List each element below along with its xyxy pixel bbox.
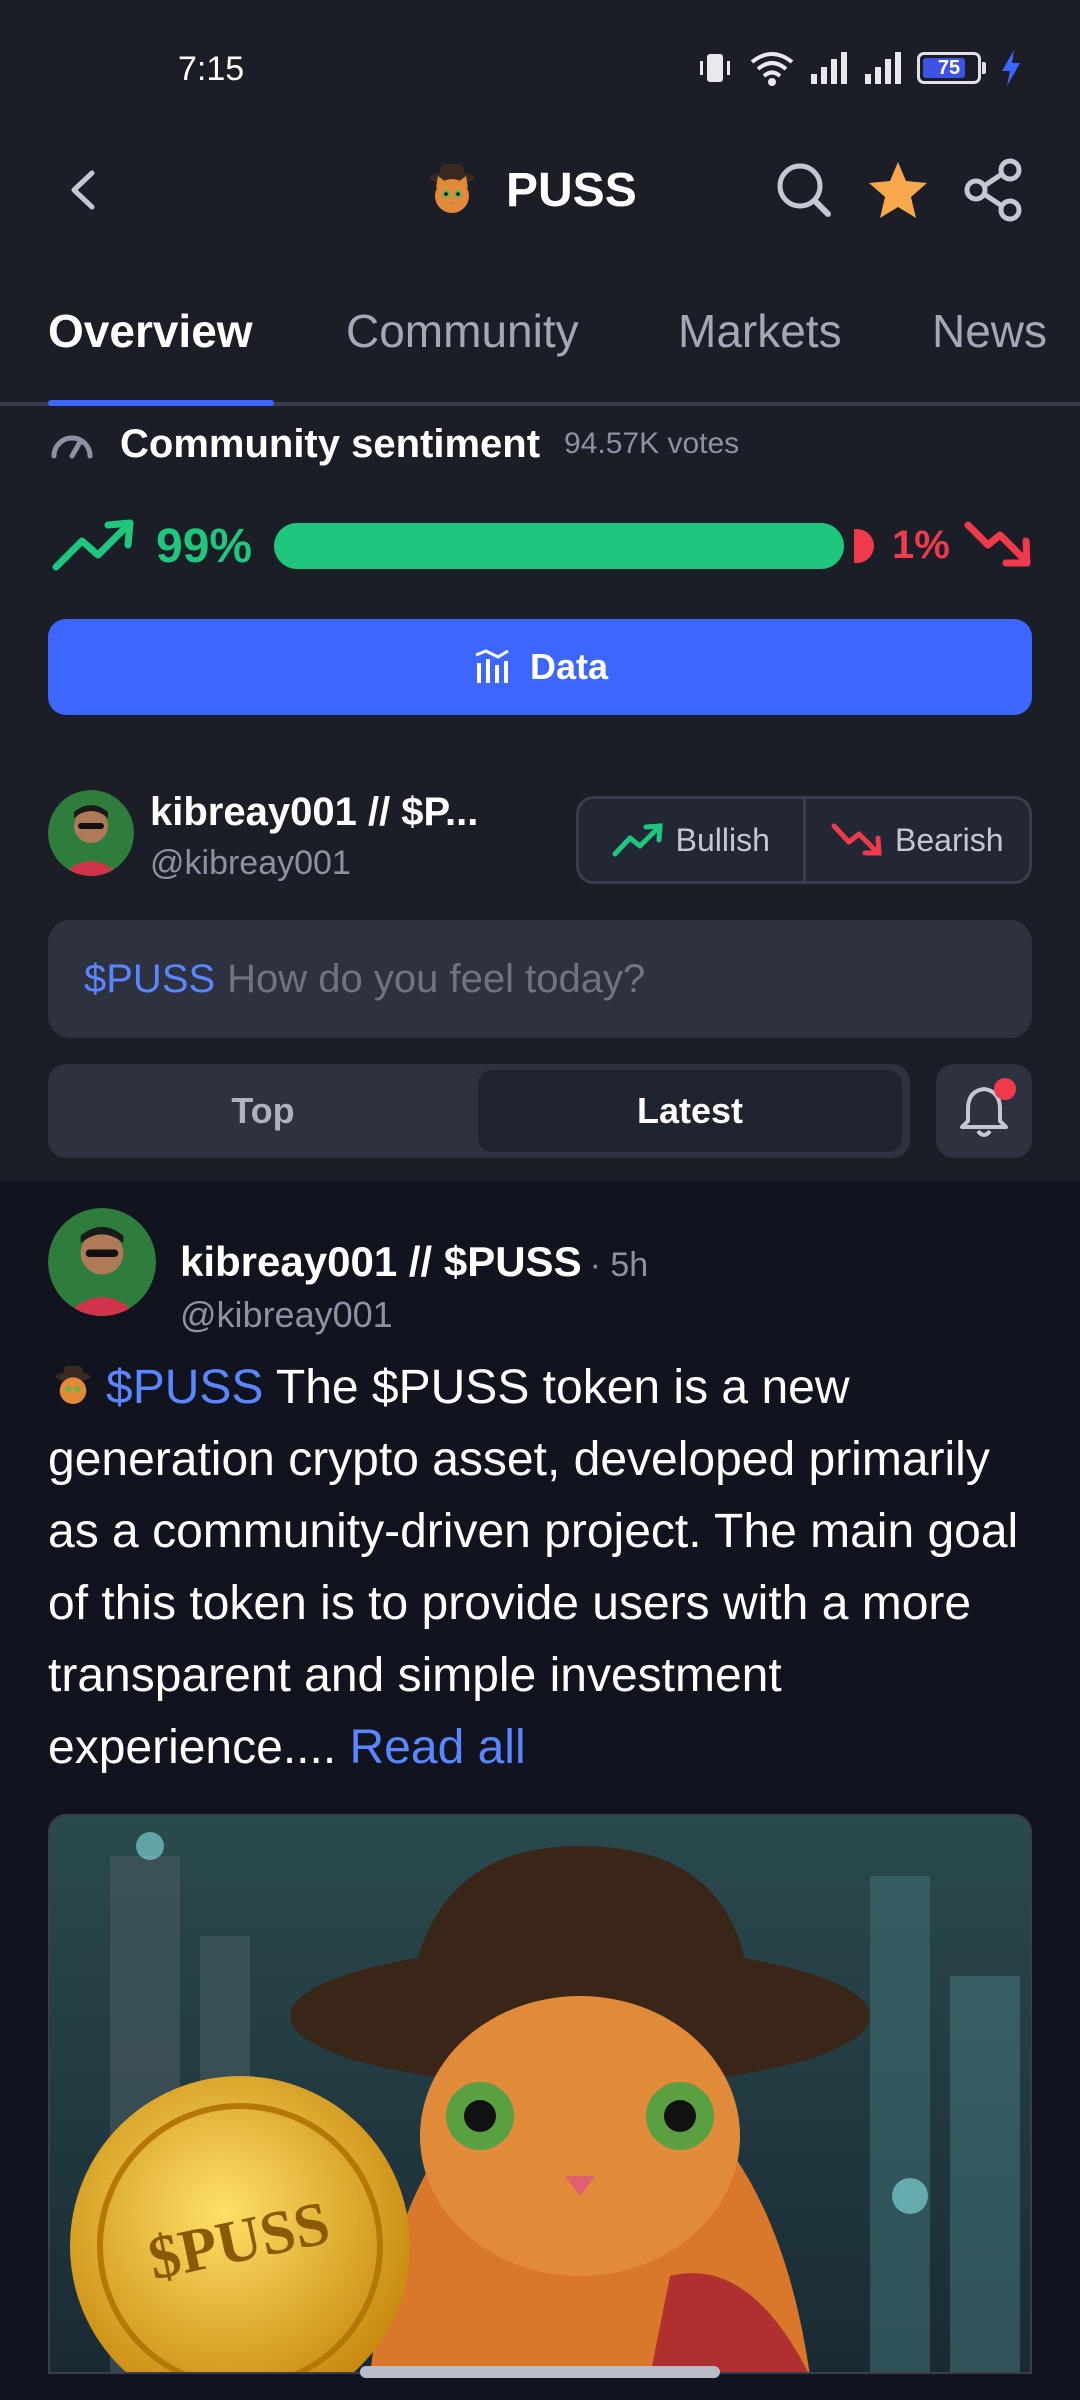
data-button-label: Data: [529, 646, 609, 687]
tab-overview[interactable]: Overview: [48, 304, 253, 358]
bullish-fill: [274, 523, 844, 569]
trend-down-icon: [831, 823, 882, 856]
sentiment-header: Community sentiment 94.57K votes: [48, 420, 739, 468]
compose-placeholder: How do you feel today?: [227, 956, 646, 1001]
bearish-label: Bearish: [895, 821, 1004, 858]
tab-news[interactable]: News: [932, 304, 1047, 358]
page-title: PUSS: [506, 163, 637, 217]
battery-level: 75: [937, 56, 961, 79]
post-image[interactable]: $PUSS: [48, 1814, 1032, 2374]
post-body: $PUSS The $PUSS token is a new generatio…: [48, 1352, 1038, 1784]
post-time: · 5h: [589, 1246, 649, 1284]
tab-bar: Overview Community Markets News: [0, 290, 1080, 406]
status-bar: 7:15 75: [0, 0, 1080, 140]
avatar[interactable]: [48, 790, 134, 876]
tab-community[interactable]: Community: [346, 304, 579, 358]
notification-dot: [994, 1078, 1016, 1100]
wifi-icon: [750, 52, 794, 86]
post-username[interactable]: kibreay001 // $PUSS · 5h: [180, 1238, 648, 1286]
top-app-bar: PUSS: [0, 140, 1080, 240]
sentiment-votes: 94.57K votes: [564, 427, 740, 460]
tab-markets[interactable]: Markets: [678, 304, 842, 358]
vibrate-icon: [700, 54, 730, 82]
share-icon[interactable]: [962, 158, 1026, 222]
composer-username: kibreay001 // $P...: [150, 790, 479, 834]
sentiment-progress: [274, 523, 874, 569]
compose-ticker-tag: $PUSS: [84, 956, 216, 1001]
bearish-button[interactable]: Bearish: [802, 799, 1030, 881]
bullish-percent: 99%: [156, 520, 253, 573]
post-handle: @kibreay001: [180, 1294, 393, 1335]
sort-latest[interactable]: Latest: [478, 1070, 902, 1152]
composer-handle: @kibreay001: [150, 844, 351, 882]
cat-with-coin-illustration: $PUSS: [50, 1816, 1030, 2372]
bearish-percent: 1%: [892, 523, 950, 567]
chart-icon: [475, 649, 509, 683]
trend-down-icon: [964, 521, 1031, 567]
back-arrow-icon[interactable]: [60, 165, 110, 215]
signal-icon-2: [865, 52, 901, 84]
puss-cat-logo: [420, 158, 484, 222]
home-indicator[interactable]: [360, 2366, 720, 2378]
status-time: 7:15: [178, 50, 245, 88]
status-icons: 75: [695, 48, 1022, 88]
post-username-text: kibreay001 // $PUSS: [180, 1238, 582, 1285]
battery-indicator: 75: [917, 52, 986, 84]
avatar[interactable]: [48, 1208, 156, 1316]
search-icon[interactable]: [772, 158, 836, 222]
composer-user: kibreay001 // $P... @kibreay001: [48, 790, 608, 890]
sentiment-bar: 99% 1%: [52, 515, 1032, 577]
active-tab-indicator: [48, 400, 274, 406]
bearish-fill: [854, 529, 874, 563]
post-ticker-tag[interactable]: $PUSS: [106, 1361, 263, 1414]
trend-up-icon: [612, 823, 663, 857]
post-text: The $PUSS token is a new generation cryp…: [48, 1361, 1019, 1774]
signal-icon: [811, 52, 847, 84]
trend-up-icon: [52, 519, 134, 571]
data-button[interactable]: Data: [48, 619, 1032, 715]
bullish-label: Bullish: [675, 821, 770, 858]
compose-input[interactable]: $PUSS How do you feel today?: [48, 920, 1032, 1038]
sentiment-vote-toggle: Bullish Bearish: [576, 796, 1032, 884]
star-favorite-icon[interactable]: [866, 158, 930, 222]
bullish-button[interactable]: Bullish: [579, 799, 803, 881]
gauge-icon: [51, 435, 93, 459]
sort-top[interactable]: Top: [48, 1064, 478, 1158]
sentiment-title: Community sentiment: [120, 421, 541, 466]
read-all-link[interactable]: Read all: [350, 1721, 526, 1774]
sort-toggle: Top Latest: [48, 1064, 910, 1158]
charging-bolt-icon: [1002, 50, 1020, 86]
coin-title-group: PUSS: [420, 158, 637, 222]
notification-button[interactable]: [936, 1064, 1032, 1158]
feed: kibreay001 // $PUSS · 5h @kibreay001 $PUS…: [0, 1182, 1080, 2400]
puss-cat-emoji: [55, 1365, 91, 1404]
